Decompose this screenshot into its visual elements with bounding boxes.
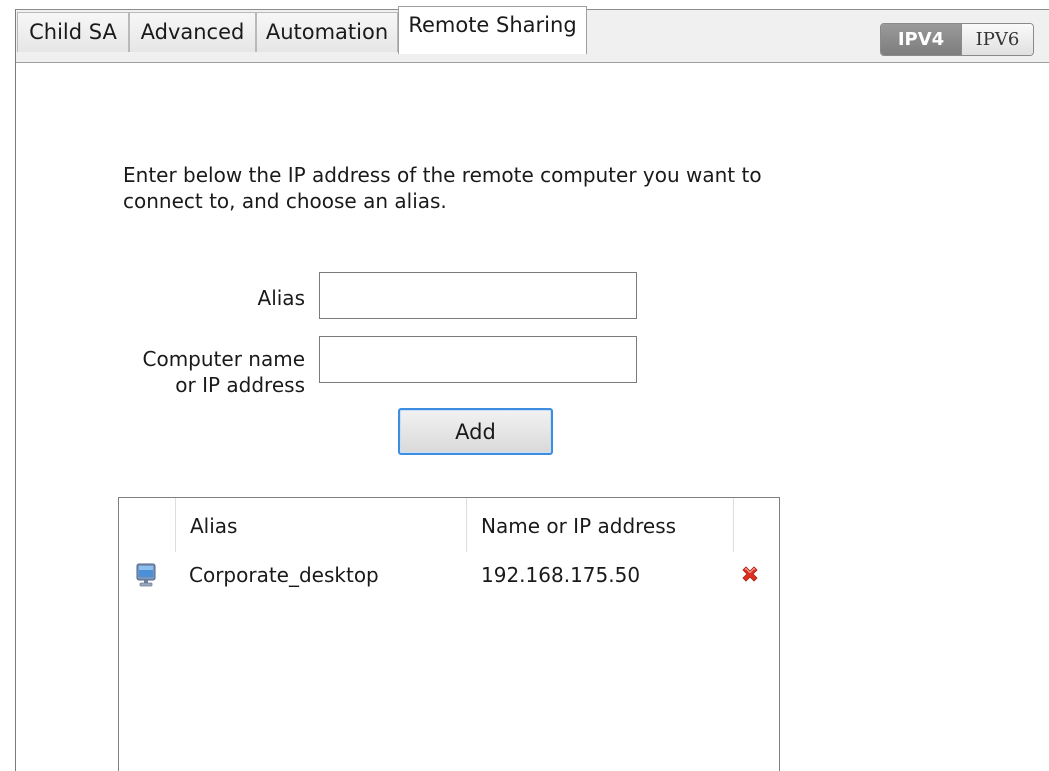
monitor-icon — [136, 563, 156, 587]
tab-label: Child SA — [29, 20, 117, 44]
ip-version-toggle: IPV4 IPV6 — [880, 23, 1034, 56]
tab-advanced[interactable]: Advanced — [129, 12, 256, 52]
alias-input[interactable] — [319, 272, 637, 319]
alias-label: Alias — [257, 286, 305, 310]
remote-computers-list: Alias Name or IP address — [118, 497, 780, 771]
ipv4-option[interactable]: IPV4 — [881, 24, 961, 55]
ipv6-option[interactable]: IPV6 — [961, 24, 1033, 55]
column-separator — [466, 498, 467, 552]
column-separator — [733, 498, 734, 552]
delete-icon[interactable] — [739, 563, 761, 585]
row-alias: Corporate_desktop — [189, 563, 379, 587]
instructions-text: Enter below the IP address of the remote… — [123, 163, 762, 213]
tab-label: Remote Sharing — [408, 13, 577, 37]
column-header-address[interactable]: Name or IP address — [481, 512, 676, 552]
tab-automation[interactable]: Automation — [256, 12, 398, 52]
column-header-alias[interactable]: Alias — [190, 512, 237, 552]
column-separator — [175, 498, 176, 552]
address-input[interactable] — [319, 336, 637, 383]
address-label-line2: or IP address — [175, 373, 305, 397]
row-address: 192.168.175.50 — [481, 563, 641, 587]
tab-child-sa[interactable]: Child SA — [17, 12, 129, 52]
add-button[interactable]: Add — [398, 408, 553, 455]
tab-label: Advanced — [140, 20, 245, 44]
address-label-line1: Computer name — [142, 347, 306, 371]
tab-label: Automation — [265, 20, 389, 44]
tab-remote-sharing[interactable]: Remote Sharing — [398, 6, 587, 54]
